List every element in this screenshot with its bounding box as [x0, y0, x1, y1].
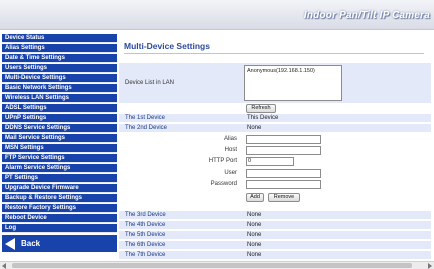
sixth-device-row[interactable]: The 6th Device None	[119, 241, 431, 249]
horizontal-scrollbar[interactable]	[0, 261, 434, 269]
seventh-device-label[interactable]: The 7th Device	[125, 251, 165, 259]
sidebar-item-users-settings[interactable]: Users Settings	[2, 64, 117, 73]
http-port-label: HTTP Port	[208, 158, 237, 164]
sidebar-item-device-status[interactable]: Device Status	[2, 34, 117, 43]
second-device-row[interactable]: The 2nd Device None	[119, 124, 431, 132]
sidebar-item-upgrade-device-firmware[interactable]: Upgrade Device Firmware	[2, 184, 117, 193]
fifth-device-row[interactable]: The 5th Device None	[119, 231, 431, 239]
sidebar-item-reboot-device[interactable]: Reboot Device	[2, 214, 117, 223]
http-port-input[interactable]: 0	[246, 157, 294, 166]
sidebar-item-ddns-service-settings[interactable]: DDNS Service Settings	[2, 124, 117, 133]
sidebar-item-wireless-lan-settings[interactable]: Wireless LAN Settings	[2, 94, 117, 103]
password-input[interactable]	[246, 180, 321, 189]
sidebar-item-upnp-settings[interactable]: UPnP Settings	[2, 114, 117, 123]
fourth-device-label[interactable]: The 4th Device	[125, 221, 165, 229]
first-device-row: The 1st Device This Device	[119, 114, 431, 122]
remove-button[interactable]: Remove	[268, 193, 300, 202]
scroll-right-icon[interactable]	[428, 263, 432, 269]
sidebar-item-alarm-service-settings[interactable]: Alarm Service Settings	[2, 164, 117, 173]
page-title: Multi-Device Settings	[124, 41, 210, 51]
sidebar-item-restore-factory-settings[interactable]: Restore Factory Settings	[2, 204, 117, 213]
sixth-device-label[interactable]: The 6th Device	[125, 241, 165, 249]
add-button[interactable]: Add	[246, 193, 264, 202]
lan-list-label: Device List in LAN	[125, 80, 175, 86]
sidebar-item-ftp-service-settings[interactable]: FTP Service Settings	[2, 154, 117, 163]
sidebar-item-date-time-settings[interactable]: Date & Time Settings	[2, 54, 117, 63]
sidebar-item-alias-settings[interactable]: Alias Settings	[2, 44, 117, 53]
main-panel: Multi-Device Settings Device List in LAN…	[119, 33, 431, 261]
title-divider	[124, 53, 424, 54]
page-header: Indoor Pan/Tilt IP Camera	[0, 0, 434, 30]
first-device-label: The 1st Device	[125, 115, 166, 121]
second-device-value: None	[247, 125, 262, 131]
fifth-device-value: None	[247, 232, 262, 238]
second-device-label[interactable]: The 2nd Device	[125, 124, 167, 132]
sidebar-item-multi-device-settings[interactable]: Multi-Device Settings	[2, 74, 117, 83]
refresh-button[interactable]: Refresh	[246, 104, 276, 113]
seventh-device-row[interactable]: The 7th Device None	[119, 251, 431, 259]
sidebar-item-mail-service-settings[interactable]: Mail Service Settings	[2, 134, 117, 143]
seventh-device-value: None	[247, 252, 262, 258]
host-label: Host	[224, 147, 237, 153]
scroll-left-icon[interactable]	[2, 263, 6, 269]
scrollbar-thumb[interactable]	[12, 263, 412, 268]
lan-device-list[interactable]: Anonymous(192.168.1.150)	[244, 65, 342, 101]
fourth-device-value: None	[247, 222, 262, 228]
third-device-value: None	[247, 212, 262, 218]
first-device-value: This Device	[247, 115, 279, 121]
password-label: Password	[210, 181, 237, 187]
third-device-row[interactable]: The 3rd Device None	[119, 211, 431, 219]
camera-title: Indoor Pan/Tilt IP Camera	[303, 10, 430, 21]
alias-input[interactable]	[246, 135, 321, 144]
lan-device-entry[interactable]: Anonymous(192.168.1.150)	[247, 68, 339, 74]
user-label: User	[224, 170, 237, 176]
fifth-device-label[interactable]: The 5th Device	[125, 231, 165, 239]
back-button-label: Back	[21, 239, 41, 248]
sidebar-item-log[interactable]: Log	[2, 224, 117, 233]
sidebar-item-pt-settings[interactable]: PT Settings	[2, 174, 117, 183]
back-arrow-icon	[5, 237, 15, 250]
sidebar-item-adsl-settings[interactable]: ADSL Settings	[2, 104, 117, 113]
user-input[interactable]	[246, 169, 321, 178]
third-device-label[interactable]: The 3rd Device	[125, 211, 166, 219]
fourth-device-row[interactable]: The 4th Device None	[119, 221, 431, 229]
alias-label: Alias	[223, 136, 237, 142]
sidebar-item-msn-settings[interactable]: MSN Settings	[2, 144, 117, 153]
back-button[interactable]: Back	[2, 235, 117, 252]
host-input[interactable]	[246, 146, 321, 155]
sidebar-nav: Device Status Alias Settings Date & Time…	[2, 34, 117, 259]
sidebar-item-backup-restore-settings[interactable]: Backup & Restore Settings	[2, 194, 117, 203]
sidebar-item-basic-network-settings[interactable]: Basic Network Settings	[2, 84, 117, 93]
sixth-device-value: None	[247, 242, 262, 248]
